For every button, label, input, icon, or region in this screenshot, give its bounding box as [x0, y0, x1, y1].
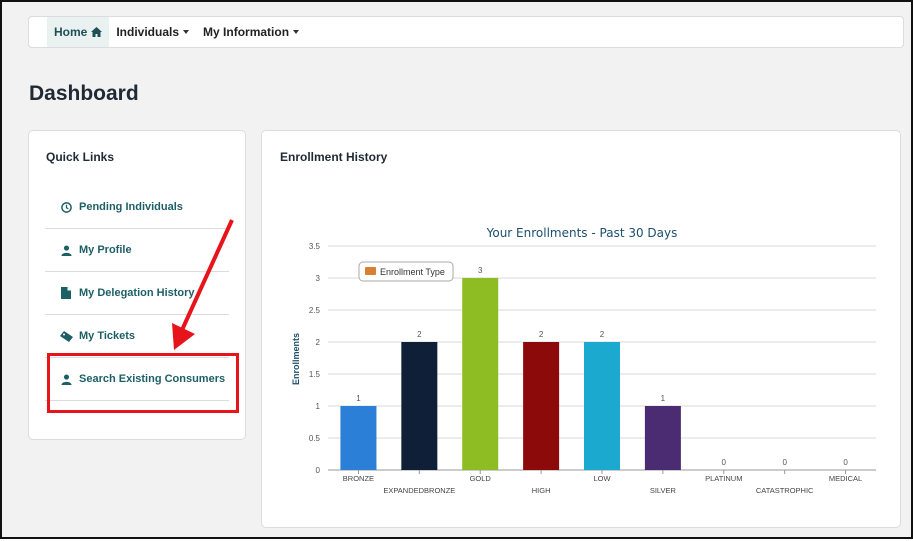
user-icon: [59, 243, 73, 257]
document-icon: [59, 286, 73, 300]
app-window: Home Individuals My Information Dashboar…: [0, 0, 913, 539]
quick-link-my-delegation-history[interactable]: My Delegation History: [45, 272, 229, 315]
ticket-icon: [59, 329, 73, 343]
quick-link-label: My Profile: [79, 244, 132, 256]
nav-home[interactable]: Home: [47, 17, 110, 47]
quick-link-label: Pending Individuals: [79, 201, 183, 213]
nav-individuals[interactable]: Individuals: [109, 17, 196, 47]
quick-link-label: My Tickets: [79, 330, 136, 342]
quick-link-my-profile[interactable]: My Profile: [45, 229, 229, 272]
home-icon: [91, 27, 103, 37]
quick-link-my-tickets[interactable]: My Tickets: [45, 315, 229, 358]
annotation-highlight-box: [47, 353, 239, 413]
enrollment-history-title: Enrollment History: [280, 150, 388, 164]
quick-link-label: My Delegation History: [79, 287, 195, 299]
page-title: Dashboard: [29, 82, 139, 105]
chevron-down-icon: [293, 30, 300, 34]
chevron-down-icon: [183, 30, 190, 34]
enrollment-history-card: Enrollment History: [261, 130, 901, 528]
nav-home-label: Home: [54, 25, 88, 39]
nav-my-information-label: My Information: [203, 25, 290, 39]
quick-links-title: Quick Links: [46, 150, 115, 164]
nav-individuals-label: Individuals: [116, 25, 180, 39]
clock-icon: [59, 200, 73, 214]
top-navbar: Home Individuals My Information: [28, 16, 904, 48]
quick-link-pending-individuals[interactable]: Pending Individuals: [45, 186, 229, 229]
nav-my-information[interactable]: My Information: [196, 17, 306, 47]
